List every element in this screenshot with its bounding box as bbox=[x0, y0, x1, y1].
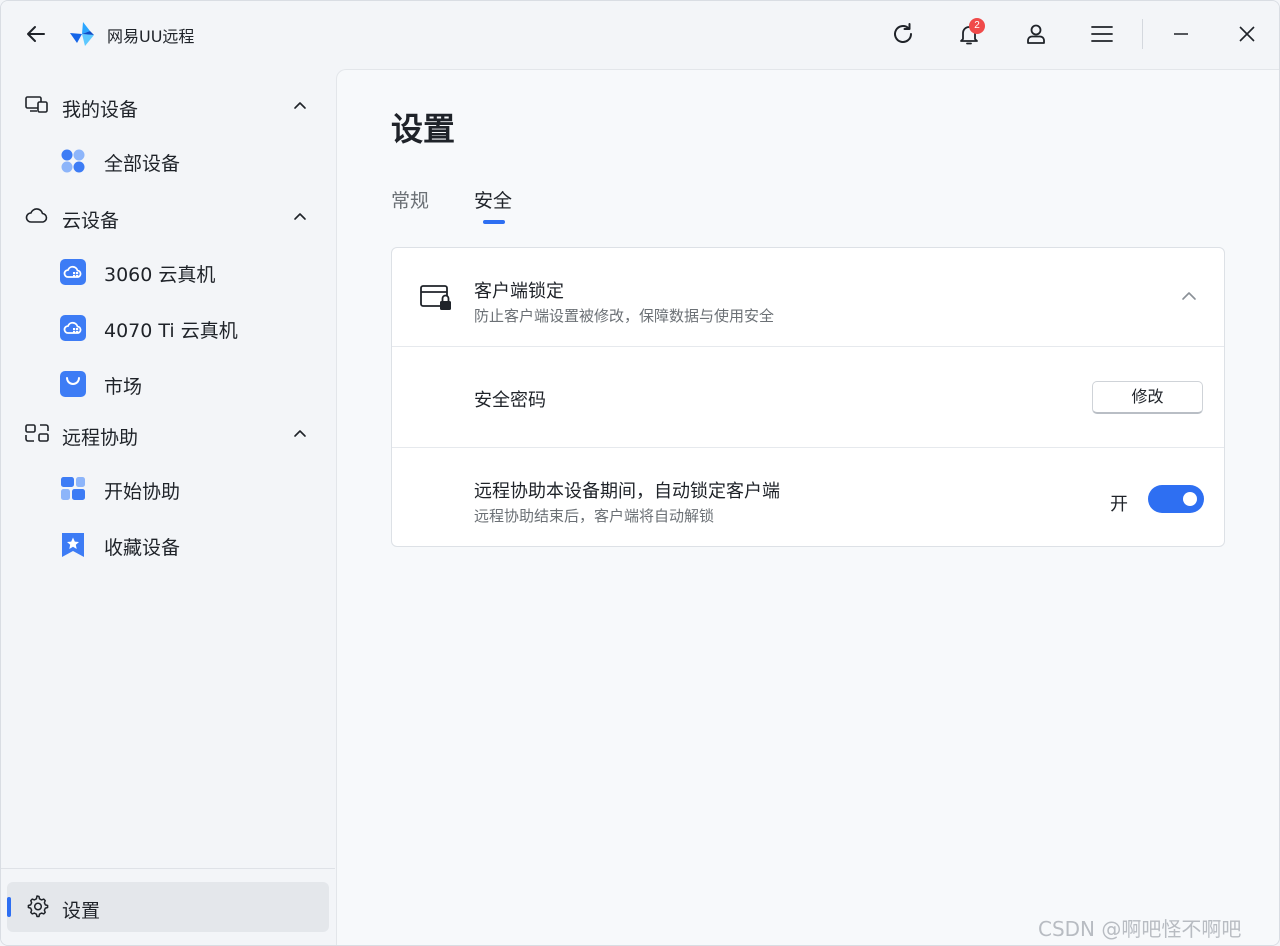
auto-lock-label: 远程协助本设备期间，自动锁定客户端 bbox=[474, 481, 780, 502]
sidebar-item-label: 设置 bbox=[62, 900, 101, 922]
tab-security[interactable]: 安全 bbox=[474, 186, 512, 213]
auto-lock-row: 远程协助本设备期间，自动锁定客户端 远程协助结束后，客户端将自动解锁 开 bbox=[392, 449, 1224, 547]
start-assist-icon bbox=[61, 477, 85, 500]
notifications-button[interactable]: 2 bbox=[954, 18, 985, 49]
app-logo bbox=[69, 21, 95, 47]
grid-dots-icon bbox=[61, 149, 85, 173]
watermark: CSDN @啊吧怪不啊吧 bbox=[1038, 917, 1242, 941]
refresh-icon bbox=[894, 23, 912, 43]
bookmark-star-icon bbox=[62, 533, 84, 557]
active-indicator bbox=[7, 897, 11, 917]
arrow-left-icon bbox=[27, 26, 45, 42]
sidebar-item-label: 3060 云真机 bbox=[104, 264, 216, 286]
client-lock-card: 客户端锁定 防止客户端设置被修改，保障数据与使用安全 安全密码 修改 远程协助本… bbox=[391, 247, 1225, 547]
sidebar-item-cloud-4070ti[interactable]: 4070 Ti 云真机 bbox=[1, 304, 335, 352]
notification-badge: 2 bbox=[969, 18, 985, 34]
page-title: 设置 bbox=[391, 110, 456, 148]
sidebar-item-all-devices[interactable]: 全部设备 bbox=[1, 137, 335, 185]
cloud-phone-icon bbox=[60, 259, 86, 285]
shopping-bag-icon bbox=[60, 371, 86, 397]
auto-lock-toggle[interactable] bbox=[1148, 485, 1204, 513]
toggle-state-label: 开 bbox=[1110, 494, 1128, 515]
sidebar-item-label: 收藏设备 bbox=[104, 537, 181, 559]
sidebar-item-label: 市场 bbox=[104, 376, 143, 398]
sidebar-item-label: 全部设备 bbox=[104, 153, 181, 175]
title-bar: 网易UU远程 2 bbox=[1, 1, 1279, 67]
menu-button[interactable] bbox=[1087, 19, 1117, 49]
card-title: 客户端锁定 bbox=[474, 281, 564, 302]
card-subtitle: 防止客户端设置被修改，保障数据与使用安全 bbox=[474, 307, 775, 325]
chevron-up-icon[interactable] bbox=[1180, 288, 1198, 304]
remote-assist-icon bbox=[25, 424, 49, 442]
sidebar-item-start-assist[interactable]: 开始协助 bbox=[1, 465, 335, 513]
security-password-row: 安全密码 修改 bbox=[392, 348, 1224, 448]
cloud-icon bbox=[25, 208, 48, 223]
sidebar-item-settings[interactable]: 设置 bbox=[7, 882, 329, 932]
client-lock-header[interactable]: 客户端锁定 防止客户端设置被修改，保障数据与使用安全 bbox=[392, 248, 1224, 347]
user-icon bbox=[1027, 24, 1045, 44]
sidebar-group-label: 云设备 bbox=[62, 210, 120, 232]
app-window: 网易UU远程 2 我的设备 全部设备 云设备 3060 云真机 4070 Ti … bbox=[0, 0, 1280, 946]
sidebar: 我的设备 全部设备 云设备 3060 云真机 4070 Ti 云真机 市场 远程… bbox=[1, 67, 335, 945]
minimize-icon bbox=[1174, 33, 1188, 35]
sidebar-group-my-devices[interactable]: 我的设备 bbox=[1, 83, 335, 127]
sidebar-item-cloud-3060[interactable]: 3060 云真机 bbox=[1, 248, 335, 296]
gear-icon bbox=[27, 895, 49, 918]
hamburger-menu-icon bbox=[1091, 26, 1113, 42]
sidebar-item-label: 4070 Ti 云真机 bbox=[104, 320, 238, 342]
main-panel: 设置 常规 安全 客户端锁定 防止客户端设置被修改，保障数据与使用安全 安全密码… bbox=[336, 69, 1279, 945]
sidebar-divider bbox=[1, 868, 335, 869]
refresh-button[interactable] bbox=[888, 19, 918, 49]
close-icon bbox=[1239, 26, 1255, 42]
back-button[interactable] bbox=[23, 21, 49, 47]
security-password-label: 安全密码 bbox=[474, 390, 546, 411]
devices-icon bbox=[25, 96, 48, 113]
tab-general[interactable]: 常规 bbox=[391, 186, 429, 213]
account-button[interactable] bbox=[1021, 19, 1051, 49]
modify-password-button[interactable]: 修改 bbox=[1092, 381, 1203, 414]
sidebar-item-market[interactable]: 市场 bbox=[1, 360, 335, 408]
sidebar-group-cloud-devices[interactable]: 云设备 bbox=[1, 194, 335, 238]
toggle-knob bbox=[1183, 492, 1197, 506]
chevron-up-icon bbox=[294, 102, 306, 109]
sidebar-group-label: 远程协助 bbox=[62, 427, 139, 449]
sidebar-item-favorites[interactable]: 收藏设备 bbox=[1, 521, 335, 569]
chevron-up-icon bbox=[294, 213, 306, 220]
minimize-button[interactable] bbox=[1166, 19, 1196, 49]
sidebar-group-label: 我的设备 bbox=[62, 99, 139, 121]
sidebar-group-remote-assist[interactable]: 远程协助 bbox=[1, 411, 335, 455]
active-tab-indicator bbox=[483, 220, 505, 224]
sidebar-item-label: 开始协助 bbox=[104, 481, 181, 503]
chevron-up-icon bbox=[294, 430, 306, 437]
close-button[interactable] bbox=[1232, 19, 1262, 49]
cloud-phone-icon bbox=[60, 315, 86, 341]
window-lock-icon bbox=[420, 285, 451, 310]
app-title: 网易UU远程 bbox=[107, 27, 195, 46]
titlebar-divider bbox=[1142, 19, 1143, 49]
auto-lock-description: 远程协助结束后，客户端将自动解锁 bbox=[474, 507, 715, 525]
